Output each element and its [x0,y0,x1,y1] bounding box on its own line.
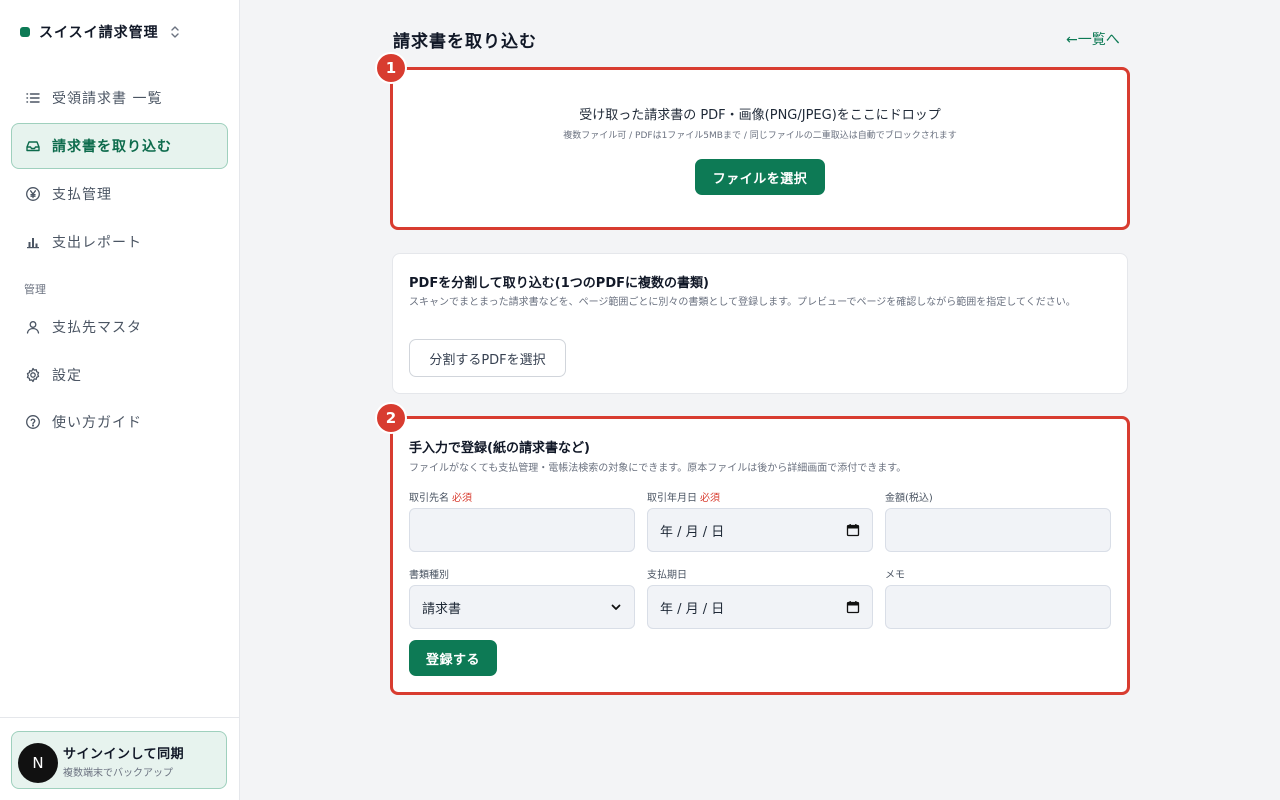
step-badge-2: 2 [375,402,407,434]
memo-label: メモ [885,570,905,581]
sidebar-item-invoice-list[interactable]: 受領請求書 一覧 [11,75,228,121]
split-title: PDFを分割して取り込む(1つのPDFに複数の書類) [409,276,709,291]
help-circle-icon [26,415,40,429]
split-pdf-card: PDFを分割して取り込む(1つのPDFに複数の書類) スキャンでまとまった請求書… [392,253,1128,394]
vendor-input[interactable] [409,508,635,552]
sidebar-item-settings[interactable]: 設定 [11,352,228,398]
manual-entry-card: 手入力で登録(紙の請求書など) ファイルがなくても支払管理・電帳法検索の対象にで… [390,416,1130,695]
sidebar-item-label: 支払先マスタ [52,320,142,336]
gear-icon [26,367,40,383]
workspace-switcher[interactable]: スイスイ請求管理 [20,22,181,42]
amount-input[interactable] [885,508,1111,552]
brand-logo-icon [20,27,30,37]
required-mark: 必須 [452,493,472,504]
calendar-icon[interactable] [846,523,860,537]
step-badge-1: 1 [375,52,407,84]
sidebar-item-vendors[interactable]: 支払先マスタ [11,304,228,350]
sidebar-item-report[interactable]: 支出レポート [11,219,228,265]
yen-circle-icon [26,187,40,201]
split-description: スキャンでまとまった請求書などを、ページ範囲ごとに別々の書類として登録します。プ… [409,297,1076,308]
due-date-input[interactable]: 年 / 月 / 日 [647,585,873,629]
sidebar-item-label: 使い方ガイド [52,415,142,431]
sidebar-item-label: 請求書を取り込む [52,139,172,155]
user-icon [26,321,40,334]
dropzone-title: 受け取った請求書の PDF・画像(PNG/JPEG)をここにドロップ [579,108,941,123]
manual-description: ファイルがなくても支払管理・電帳法検索の対象にできます。原本ファイルは後から詳細… [409,463,907,474]
sidebar-footer: N サインインして同期 複数端末でバックアップ [0,717,239,800]
upload-dropzone[interactable]: 受け取った請求書の PDF・画像(PNG/JPEG)をここにドロップ 複数ファイ… [390,67,1130,230]
sidebar-item-import[interactable]: 請求書を取り込む [11,123,228,169]
inbox-icon [26,141,40,152]
page-title: 請求書を取り込む [393,32,537,52]
sidebar-section-admin: 管理 [24,283,46,296]
app-name: スイスイ請求管理 [39,25,159,41]
bar-chart-icon [27,238,39,249]
signin-sync-button[interactable]: N サインインして同期 複数端末でバックアップ [11,731,227,789]
sidebar-item-label: 支出レポート [52,235,142,251]
doc-type-select[interactable]: 請求書 [409,585,635,629]
avatar: N [18,743,58,783]
transaction-date-input[interactable]: 年 / 月 / 日 [647,508,873,552]
select-file-button[interactable]: ファイルを選択 [695,159,825,195]
back-to-list-link[interactable]: ←一覧へ [1066,29,1120,49]
signin-title: サインインして同期 [63,747,185,762]
dropzone-subtitle: 複数ファイル可 / PDFは1ファイル5MBまで / 同じファイルの二重取込は自… [563,131,957,141]
select-split-pdf-button[interactable]: 分割するPDFを選択 [409,339,566,377]
chevron-down-icon [611,604,621,610]
amount-label: 金額(税込) [885,493,933,504]
sidebar-item-label: 受領請求書 一覧 [52,91,163,107]
sidebar-item-label: 設定 [52,368,82,384]
sidebar-item-guide[interactable]: 使い方ガイド [11,399,228,445]
register-button[interactable]: 登録する [409,640,497,676]
vendor-label: 取引先名 必須 [409,493,472,504]
sidebar: スイスイ請求管理 受領請求書 一覧 請求書を取り込む 支払管理 支出レポート 管… [0,0,240,800]
memo-input[interactable] [885,585,1111,629]
calendar-icon[interactable] [846,600,860,614]
sidebar-item-payments[interactable]: 支払管理 [11,171,228,217]
chevron-up-down-icon [170,26,179,38]
due-date-label: 支払期日 [647,570,687,581]
list-icon [26,93,40,103]
transaction-date-label: 取引年月日 必須 [647,493,720,504]
manual-title: 手入力で登録(紙の請求書など) [409,441,590,456]
required-mark: 必須 [700,493,720,504]
signin-subtitle: 複数端末でバックアップ [63,768,173,779]
sidebar-item-label: 支払管理 [52,187,112,203]
doc-type-label: 書類種別 [409,570,449,581]
